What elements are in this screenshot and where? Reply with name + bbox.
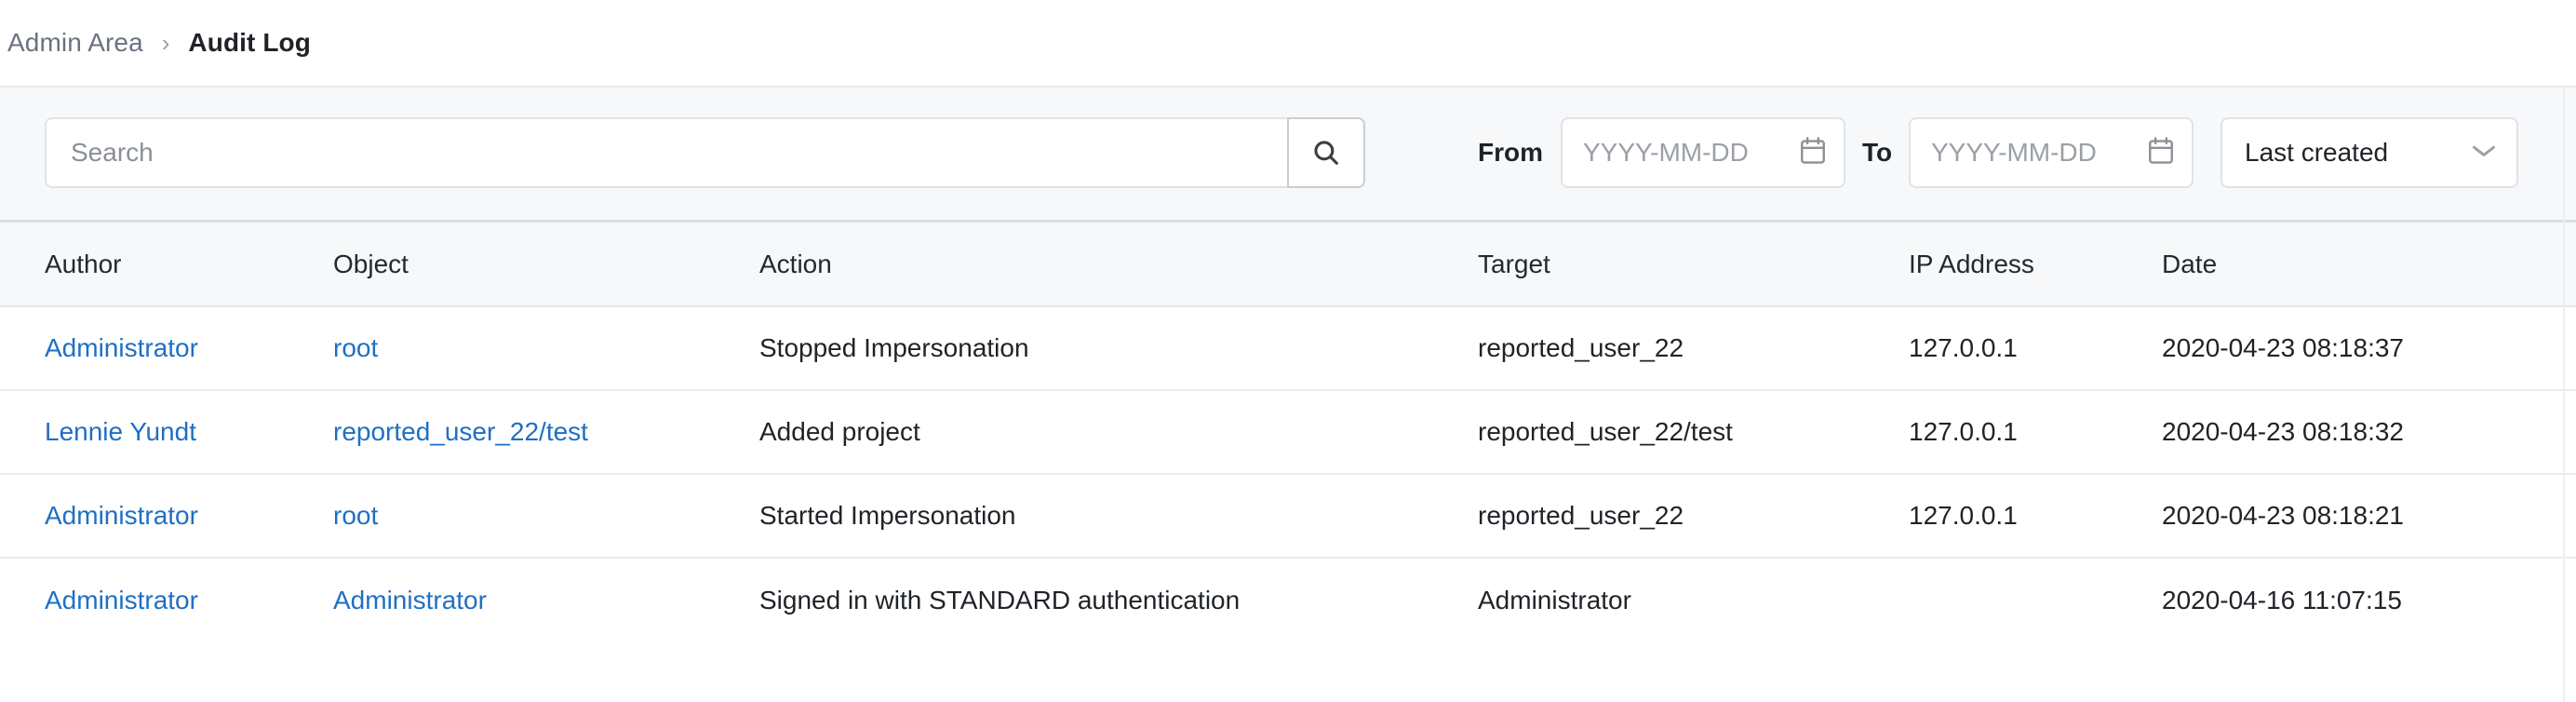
breadcrumb: Admin Area › Audit Log <box>0 0 2576 86</box>
cell-target: Administrator <box>1478 586 1631 614</box>
column-header-target: Target <box>1478 249 1550 278</box>
table-row: Administrator root Stopped Impersonation… <box>0 307 2576 391</box>
cell-action: Started Impersonation <box>759 501 1016 530</box>
cell-author: Lennie Yundt <box>0 417 333 447</box>
cell-target: reported_user_22 <box>1478 501 1684 530</box>
cell-object: Administrator <box>333 586 759 615</box>
column-header-author: Author <box>45 249 122 278</box>
table-header-row: Author Object Action Target IP Address D… <box>0 223 2576 307</box>
audit-log-table: Author Object Action Target IP Address D… <box>0 223 2576 642</box>
search-icon <box>1310 137 1342 169</box>
cell-date: 2020-04-23 08:18:32 <box>2162 417 2404 446</box>
page-title: Audit Log <box>188 28 311 57</box>
cell-action: Stopped Impersonation <box>759 333 1029 362</box>
to-date-input[interactable]: YYYY-MM-DD <box>1909 117 2194 188</box>
from-date-placeholder: YYYY-MM-DD <box>1583 138 1749 167</box>
to-label: To <box>1862 138 1893 167</box>
cell-target: reported_user_22 <box>1478 333 1684 362</box>
cell-target: reported_user_22/test <box>1478 417 1733 446</box>
table-row: Administrator root Started Impersonation… <box>0 475 2576 559</box>
object-link[interactable]: root <box>333 333 378 362</box>
cell-date: 2020-04-23 08:18:37 <box>2162 333 2404 362</box>
calendar-icon[interactable] <box>2147 136 2175 170</box>
chevron-right-icon: › <box>161 29 170 57</box>
object-link[interactable]: Administrator <box>333 586 487 614</box>
object-link[interactable]: root <box>333 501 378 530</box>
cell-action: Added project <box>759 417 920 446</box>
column-header-action: Action <box>759 249 832 278</box>
audit-log-page: Admin Area › Audit Log From YYYY-MM-DD <box>0 0 2576 702</box>
cell-ip-address: 127.0.0.1 <box>1909 501 2018 530</box>
cell-date: 2020-04-16 11:07:15 <box>2162 586 2402 614</box>
cell-author: Administrator <box>0 501 333 531</box>
sort-order-select[interactable]: Last created <box>2220 117 2518 188</box>
table-row: Lennie Yundt reported_user_22/test Added… <box>0 391 2576 475</box>
from-date-input[interactable]: YYYY-MM-DD <box>1561 117 1845 188</box>
chevron-down-icon <box>2470 142 2498 164</box>
cell-ip-address: 127.0.0.1 <box>1909 333 2018 362</box>
filter-bar: From YYYY-MM-DD To YYYY-MM-DD <box>0 86 2576 223</box>
author-link[interactable]: Administrator <box>45 586 198 614</box>
column-header-ip-address: IP Address <box>1909 249 2034 278</box>
column-header-date: Date <box>2162 249 2218 278</box>
cell-action: Signed in with STANDARD authentication <box>759 586 1241 614</box>
cell-author: Administrator <box>0 586 333 615</box>
cell-ip-address: 127.0.0.1 <box>1909 417 2018 446</box>
calendar-icon[interactable] <box>1799 136 1827 170</box>
search-input[interactable] <box>45 117 1289 188</box>
search-button[interactable] <box>1287 117 1365 188</box>
cell-object: root <box>333 501 759 531</box>
object-link[interactable]: reported_user_22/test <box>333 417 588 446</box>
author-link[interactable]: Administrator <box>45 501 198 530</box>
to-date-placeholder: YYYY-MM-DD <box>1931 138 2097 167</box>
breadcrumb-item-admin-area[interactable]: Admin Area <box>7 28 143 58</box>
cell-object: root <box>333 333 759 363</box>
sort-order-value: Last created <box>2245 138 2389 167</box>
cell-object: reported_user_22/test <box>333 417 759 447</box>
cell-author: Administrator <box>0 333 333 363</box>
search-group <box>45 117 1365 188</box>
author-link[interactable]: Administrator <box>45 333 198 362</box>
column-header-object: Object <box>333 249 409 278</box>
author-link[interactable]: Lennie Yundt <box>45 417 196 446</box>
table-row: Administrator Administrator Signed in wi… <box>0 559 2576 642</box>
cell-date: 2020-04-23 08:18:21 <box>2162 501 2404 530</box>
from-label: From <box>1478 138 1543 167</box>
right-edge-divider <box>2563 86 2565 702</box>
